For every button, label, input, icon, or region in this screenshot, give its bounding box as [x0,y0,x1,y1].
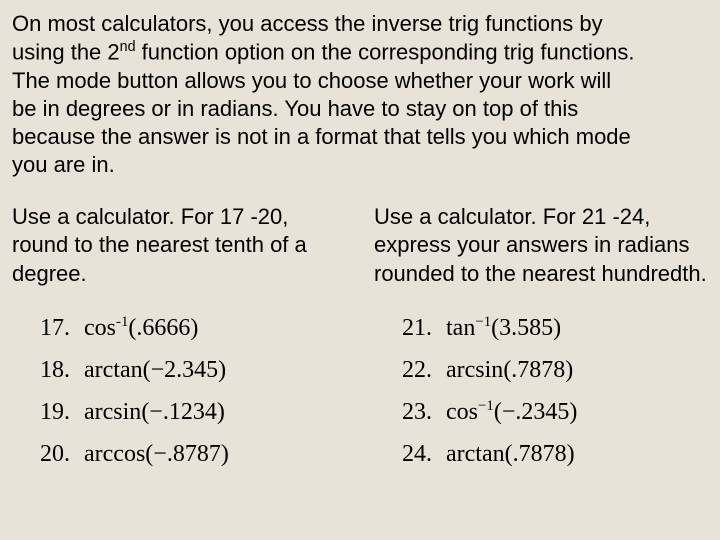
slide: On most calculators, you access the inve… [0,0,720,540]
left-column: Use a calculator. For 17 -20, round to t… [12,203,346,481]
problem-number: 24. [402,441,446,468]
intro-line6: you are in. [12,152,115,177]
right-column: Use a calculator. For 21 -24, express yo… [374,203,708,481]
problem-number: 18. [40,357,84,384]
problem-expression: arccos(−.8787) [84,440,229,468]
left-problems: 17. cos-1(.6666) 18. arctan(−2.345) 19. … [12,314,346,468]
intro-line2a: using the 2 [12,39,120,64]
intro-sup: nd [120,39,136,55]
right-problems: 21. tan−1(3.585) 22. arcsin(.7878) 23. c… [374,314,708,468]
problem-expression: tan−1(3.585) [446,314,561,342]
intro-paragraph: On most calculators, you access the inve… [12,10,708,179]
intro-line2b: function option on the corresponding tri… [136,39,635,64]
problem-22: 22. arcsin(.7878) [402,356,708,384]
problem-20: 20. arccos(−.8787) [40,440,346,468]
problem-23: 23. cos−1(−.2345) [402,398,708,426]
problem-expression: arctan(.7878) [446,440,575,468]
problem-number: 21. [402,315,446,342]
problem-number: 23. [402,399,446,426]
columns: Use a calculator. For 17 -20, round to t… [12,203,708,481]
intro-line3: The mode button allows you to choose whe… [12,68,611,93]
intro-line1: On most calculators, you access the inve… [12,11,603,36]
problem-18: 18. arctan(−2.345) [40,356,346,384]
problem-number: 17. [40,315,84,342]
problem-24: 24. arctan(.7878) [402,440,708,468]
problem-expression: cos−1(−.2345) [446,398,577,426]
intro-line4: be in degrees or in radians. You have to… [12,96,578,121]
problem-number: 22. [402,357,446,384]
problem-expression: cos-1(.6666) [84,314,198,342]
problem-21: 21. tan−1(3.585) [402,314,708,342]
problem-expression: arcsin(−.1234) [84,398,225,426]
intro-line5: because the answer is not in a format th… [12,124,631,149]
problem-expression: arcsin(.7878) [446,356,573,384]
problem-expression: arctan(−2.345) [84,356,226,384]
right-instruction: Use a calculator. For 21 -24, express yo… [374,203,708,287]
problem-17: 17. cos-1(.6666) [40,314,346,342]
problem-19: 19. arcsin(−.1234) [40,398,346,426]
problem-number: 20. [40,441,84,468]
problem-number: 19. [40,399,84,426]
left-instruction: Use a calculator. For 17 -20, round to t… [12,203,346,287]
